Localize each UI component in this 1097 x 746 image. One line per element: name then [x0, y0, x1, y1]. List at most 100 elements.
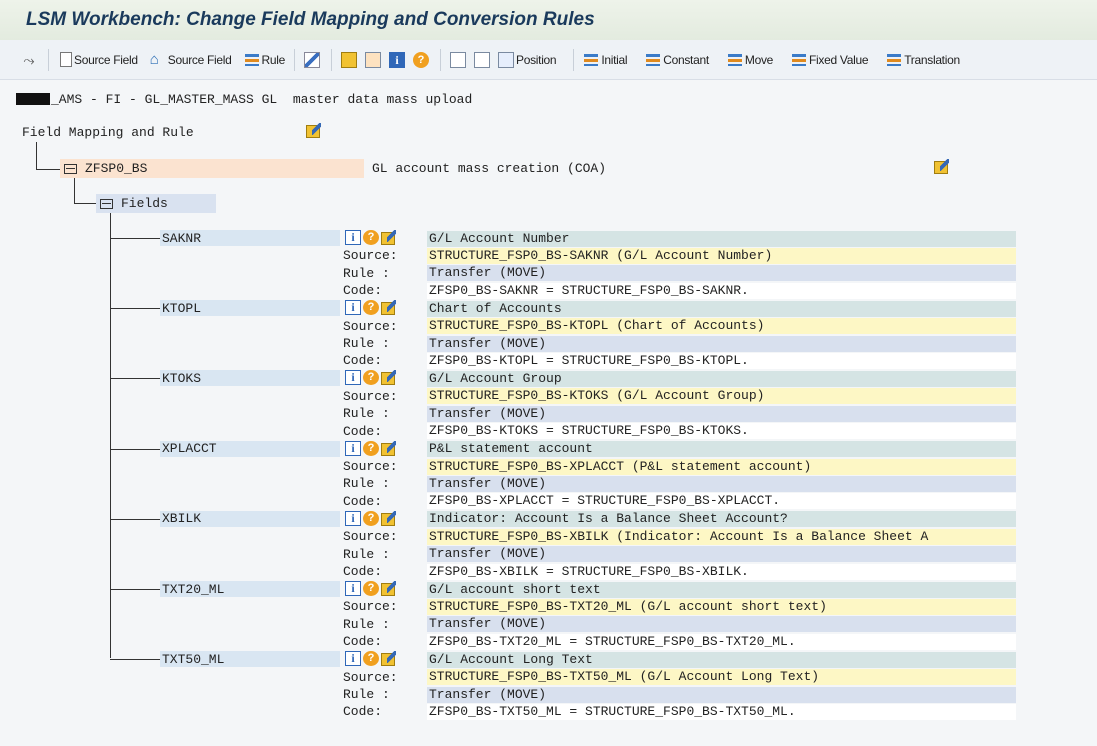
- field-code-value: ZFSP0_BS-KTOPL = STRUCTURE_FSP0_BS-KTOPL…: [427, 352, 1016, 369]
- delete-source-field-button[interactable]: ⌂ Source Field: [147, 48, 235, 72]
- field-source-row: Source: STRUCTURE_FSP0_BS-TXT20_ML (G/L a…: [343, 598, 1016, 615]
- field-code-row: Code: ZFSP0_BS-TXT50_ML = STRUCTURE_FSP0_…: [343, 703, 1016, 720]
- tree-connector: [110, 308, 160, 310]
- field-code-row: Code: ZFSP0_BS-TXT20_ML = STRUCTURE_FSP0_…: [343, 633, 1016, 650]
- field-rule-row: Rule : Transfer (MOVE): [343, 475, 1016, 492]
- edit-pencil-icon: [304, 51, 321, 68]
- new-document-icon: [60, 52, 72, 67]
- field-source-row: Source: STRUCTURE_FSP0_BS-KTOPL (Chart of…: [343, 318, 1016, 335]
- field-name[interactable]: KTOKS: [160, 370, 340, 387]
- initial-button[interactable]: Initial: [580, 48, 630, 72]
- field-description-row: G/L account short text: [343, 581, 1016, 598]
- field-description-value[interactable]: G/L Account Number: [427, 230, 1016, 247]
- tree-connector: [110, 589, 160, 590]
- edit-rule-icon[interactable]: [306, 123, 322, 138]
- field-code-key: Code:: [343, 283, 383, 299]
- field-source-key: Source:: [343, 529, 398, 545]
- field-rule-row: Rule : Transfer (MOVE): [343, 405, 1016, 422]
- field-rule-value: Transfer (MOVE): [427, 616, 1016, 633]
- create-source-field-label: Source Field: [74, 52, 138, 67]
- edit-button[interactable]: [301, 48, 325, 72]
- field-source-key: Source:: [343, 599, 398, 615]
- position-button[interactable]: Position: [495, 48, 559, 72]
- field-rule-key: Rule :: [343, 265, 390, 281]
- field-rule-value: Transfer (MOVE): [427, 265, 1016, 282]
- fixed-value-button[interactable]: Fixed Value: [788, 48, 871, 72]
- rule-button[interactable]: Rule: [241, 48, 288, 72]
- select-all-button[interactable]: ⤳: [18, 48, 42, 72]
- tree-connector: [36, 142, 37, 170]
- field-name[interactable]: XPLACCT: [160, 440, 340, 457]
- tree-connector: [110, 213, 111, 658]
- initial-label: Initial: [601, 52, 628, 67]
- copy-button[interactable]: [338, 48, 362, 72]
- layout-button[interactable]: [362, 48, 386, 72]
- field-rule-row: Rule : Transfer (MOVE): [343, 616, 1016, 633]
- field-code-row: Code: ZFSP0_BS-XBILK = STRUCTURE_FSP0_BS-…: [343, 563, 1016, 580]
- field-code-row: Code: ZFSP0_BS-KTOKS = STRUCTURE_FSP0_BS-…: [343, 423, 1016, 440]
- field-code-value: ZFSP0_BS-KTOKS = STRUCTURE_FSP0_BS-KTOKS…: [427, 423, 1016, 440]
- expand-all-button[interactable]: [447, 48, 471, 72]
- field-description-value[interactable]: P&L statement account: [427, 441, 1016, 458]
- field-source-row: Source: STRUCTURE_FSP0_BS-SAKNR (G/L Acco…: [343, 247, 1016, 264]
- window-title: LSM Workbench: Change Field Mapping and …: [26, 9, 595, 30]
- field-name[interactable]: SAKNR: [160, 230, 340, 246]
- field-description-value[interactable]: G/L account short text: [427, 581, 1016, 598]
- tree-connector: [110, 238, 160, 239]
- field-description-value[interactable]: Chart of Accounts: [427, 300, 1016, 317]
- help-button[interactable]: ?: [410, 48, 434, 72]
- field-rule-key: Rule :: [343, 546, 390, 562]
- info-icon: i: [389, 51, 406, 68]
- field-name[interactable]: XBILK: [160, 510, 340, 527]
- collapse-icon: [474, 51, 491, 68]
- constant-button[interactable]: Constant: [642, 48, 712, 72]
- field-source-row: Source: STRUCTURE_FSP0_BS-XBILK (Indicato…: [343, 528, 1016, 545]
- redacted-block: [16, 93, 50, 105]
- rule-icon: [886, 52, 902, 68]
- field-name[interactable]: KTOPL: [160, 300, 340, 317]
- field-code-key: Code:: [343, 564, 383, 579]
- translation-button[interactable]: Translation: [883, 48, 963, 72]
- field-source-value: STRUCTURE_FSP0_BS-SAKNR (G/L Account Num…: [427, 247, 1016, 264]
- folder-icon: [64, 163, 77, 174]
- field-description-value[interactable]: G/L Account Group: [427, 370, 1016, 387]
- field-source-key: Source:: [343, 318, 398, 334]
- edit-structure-icon[interactable]: [934, 159, 950, 174]
- fields-node[interactable]: Fields: [96, 194, 216, 213]
- fixed-value-label: Fixed Value: [809, 52, 869, 67]
- field-name[interactable]: TXT20_ML: [160, 581, 340, 597]
- field-rule-key: Rule :: [343, 406, 390, 422]
- translation-label: Translation: [904, 52, 960, 67]
- tree-connector: [74, 203, 96, 204]
- collapse-all-button[interactable]: [471, 48, 495, 72]
- field-rule-value: Transfer (MOVE): [427, 686, 1016, 703]
- create-source-field-button[interactable]: Source Field: [55, 48, 141, 72]
- field-rule-value: Transfer (MOVE): [427, 546, 1016, 563]
- field-description-row: P&L statement account: [343, 441, 1016, 458]
- field-source-key: Source:: [343, 248, 398, 264]
- rule-label: Rule: [261, 52, 286, 67]
- info-button[interactable]: i: [386, 48, 410, 72]
- toolbar-separator: [294, 48, 296, 71]
- field-code-key: Code:: [343, 704, 383, 720]
- field-source-key: Source:: [343, 669, 398, 685]
- field-source-key: Source:: [343, 459, 398, 474]
- field-description-row: G/L Account Number: [343, 230, 1016, 247]
- field-rule-key: Rule :: [343, 616, 390, 632]
- toolbar-separator: [48, 48, 49, 71]
- delete-source-field-label: Source Field: [167, 52, 232, 67]
- field-code-key: Code:: [343, 634, 383, 650]
- field-description-value[interactable]: G/L Account Long Text: [427, 651, 1016, 668]
- field-description-value[interactable]: Indicator: Account Is a Balance Sheet Ac…: [427, 511, 1016, 528]
- field-name[interactable]: TXT50_ML: [160, 651, 340, 668]
- move-button[interactable]: Move: [724, 48, 776, 72]
- field-code-key: Code:: [343, 353, 383, 369]
- field-rule-key: Rule :: [343, 336, 390, 351]
- field-code-row: Code: ZFSP0_BS-SAKNR = STRUCTURE_FSP0_BS-…: [343, 282, 1016, 299]
- tree-connector: [110, 659, 160, 661]
- structure-node[interactable]: ZFSP0_BS: [60, 159, 364, 178]
- field-rule-row: Rule : Transfer (MOVE): [343, 686, 1016, 703]
- field-code-row: Code: ZFSP0_BS-XPLACCT = STRUCTURE_FSP0_B…: [343, 493, 1016, 510]
- tree-connector: [110, 378, 160, 380]
- project-description-text: _AMS - FI - GL_MASTER_MASS GL master dat…: [51, 91, 473, 107]
